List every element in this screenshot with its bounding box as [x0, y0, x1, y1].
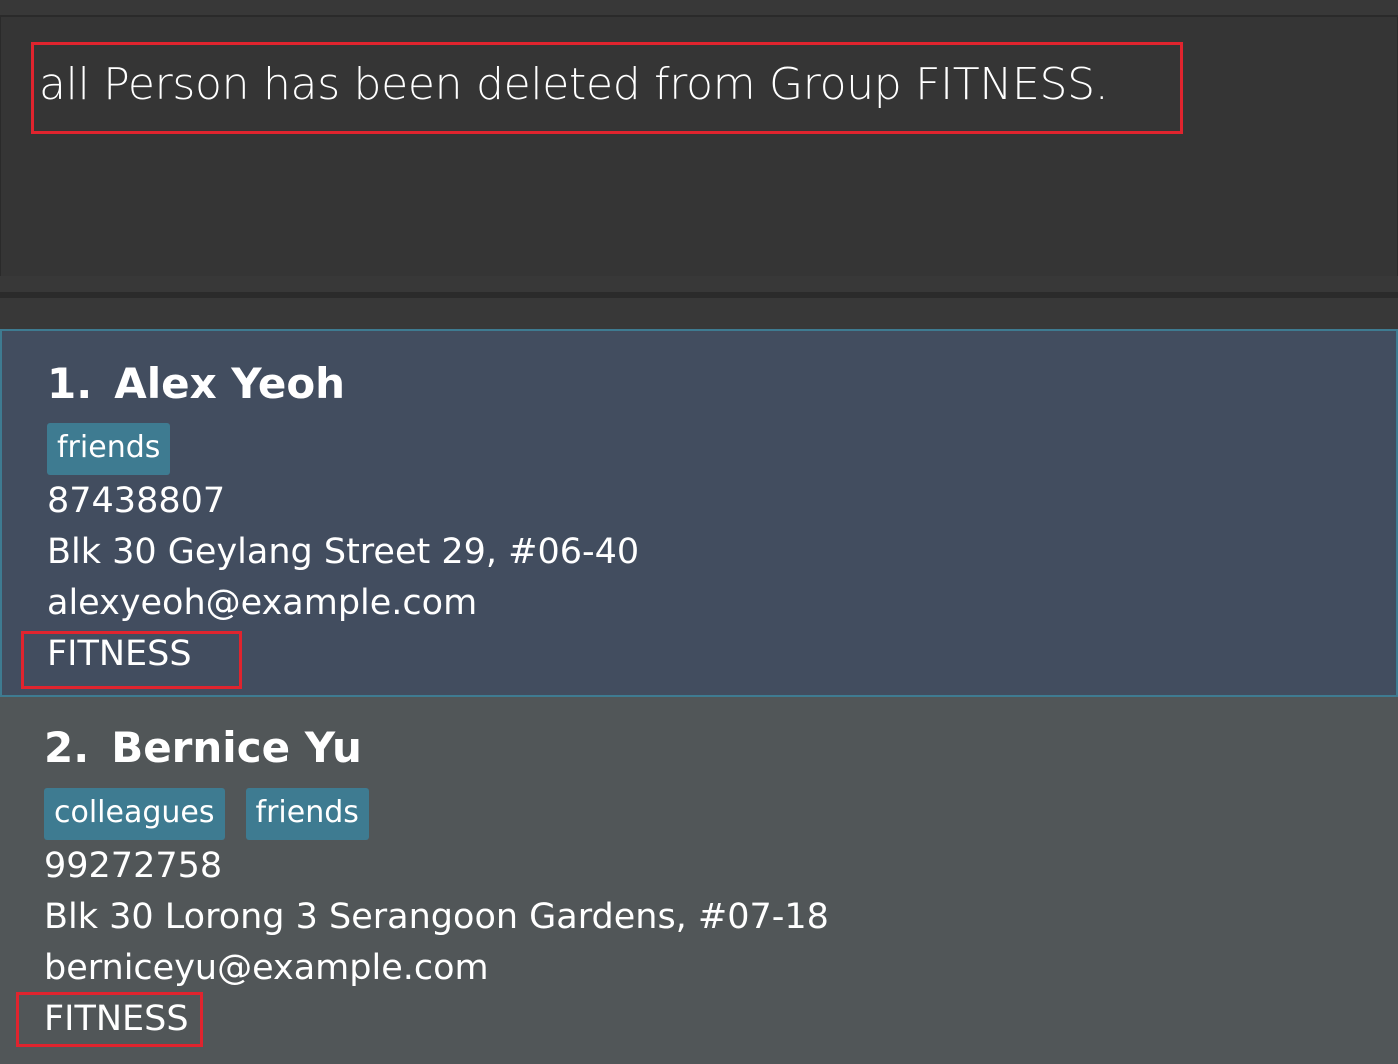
- tag-colleagues: colleagues: [44, 788, 225, 840]
- tag-list: friends: [47, 423, 171, 475]
- person-name-line: 2. Bernice Yu: [44, 723, 362, 772]
- person-name: Bernice Yu: [111, 723, 362, 772]
- tag-friends: friends: [245, 788, 369, 840]
- person-phone: 87438807: [47, 481, 226, 521]
- person-address: Blk 30 Lorong 3 Serangoon Gardens, #07-1…: [44, 897, 829, 937]
- person-address: Blk 30 Geylang Street 29, #06-40: [47, 532, 640, 572]
- panel-divider-lower: [0, 298, 1398, 329]
- person-group: FITNESS: [44, 999, 189, 1039]
- tag-list: colleagues friends: [44, 788, 369, 840]
- person-phone: 99272758: [44, 846, 223, 886]
- person-email: alexyeoh@example.com: [47, 583, 478, 623]
- person-index: 2.: [44, 723, 90, 772]
- person-name: Alex Yeoh: [114, 359, 346, 408]
- panel-divider: [0, 276, 1398, 292]
- person-group: FITNESS: [47, 634, 192, 674]
- person-email: berniceyu@example.com: [44, 948, 489, 988]
- top-strip: [0, 0, 1398, 15]
- tag-friends: friends: [47, 423, 171, 475]
- person-index: 1.: [47, 359, 93, 408]
- app-window: all Person has been deleted from Group F…: [0, 0, 1398, 1064]
- result-display[interactable]: all Person has been deleted from Group F…: [0, 15, 1398, 278]
- person-name-line: 1. Alex Yeoh: [47, 359, 345, 408]
- result-message: all Person has been deleted from Group F…: [39, 59, 1109, 110]
- person-card-2[interactable]: 2. Bernice Yu colleagues friends 99272758…: [0, 697, 1398, 1064]
- person-card-1[interactable]: 1. Alex Yeoh friends 87438807 Blk 30 Geyl…: [0, 329, 1398, 697]
